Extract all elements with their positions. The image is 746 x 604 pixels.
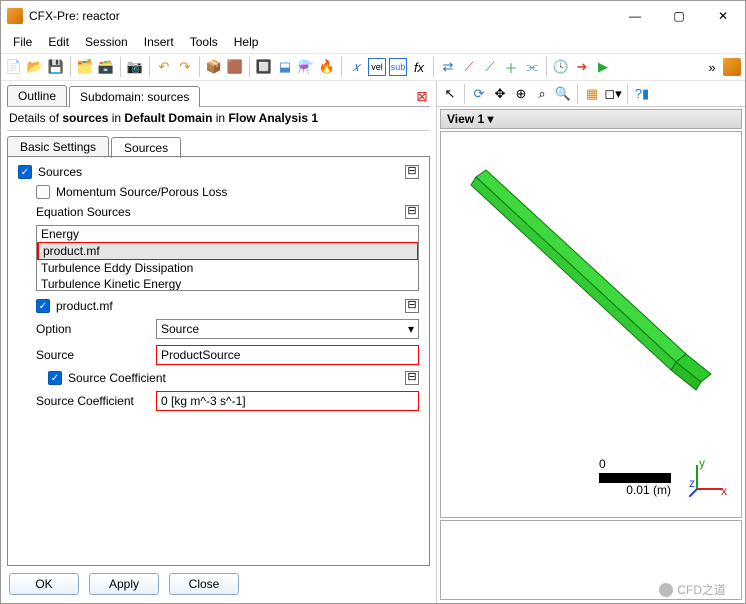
source-coefficient-input[interactable]: 0 [kg m^-3 s^-1] bbox=[156, 391, 419, 411]
source-coefficient-checkbox[interactable]: ✓ bbox=[48, 371, 62, 385]
product-mf-checkbox[interactable]: ✓ bbox=[36, 299, 50, 313]
menu-insert[interactable]: Insert bbox=[136, 33, 182, 51]
run-icon[interactable]: ▶ bbox=[594, 58, 612, 76]
close-button[interactable]: ✕ bbox=[701, 1, 745, 31]
svg-text:y: y bbox=[699, 457, 705, 470]
plus-icon[interactable]: ＋ bbox=[502, 58, 520, 76]
ok-button[interactable]: OK bbox=[9, 573, 79, 595]
equation-sources-label: Equation Sources bbox=[36, 205, 405, 219]
list-item[interactable]: Turbulence Eddy Dissipation bbox=[37, 260, 418, 276]
tab-sources[interactable]: Sources bbox=[111, 137, 181, 158]
product-mf-collapse-button[interactable]: ⊟ bbox=[405, 299, 419, 313]
flame-icon[interactable]: 🔥 bbox=[318, 58, 336, 76]
point1-icon[interactable]: ⟋ bbox=[460, 58, 478, 76]
save-icon[interactable]: 💾 bbox=[47, 58, 65, 76]
source-input[interactable]: ProductSource bbox=[156, 345, 419, 365]
product-mf-label: product.mf bbox=[56, 299, 405, 313]
menu-tools[interactable]: Tools bbox=[182, 33, 226, 51]
camera-icon[interactable]: 📷 bbox=[126, 58, 144, 76]
more-icon[interactable]: » bbox=[703, 58, 721, 76]
highlight-icon[interactable]: ▦ bbox=[583, 85, 601, 103]
app-icon bbox=[7, 8, 23, 24]
tab-subdomain-sources[interactable]: Subdomain: sources bbox=[69, 86, 200, 107]
pan-icon[interactable]: ✥ bbox=[491, 85, 509, 103]
equation-collapse-button[interactable]: ⊟ bbox=[405, 205, 419, 219]
close-panel-button[interactable]: Close bbox=[169, 573, 239, 595]
menu-edit[interactable]: Edit bbox=[40, 33, 77, 51]
source-coefficient-label: Source Coefficient bbox=[36, 394, 156, 408]
view-style-icon[interactable]: ◻▾ bbox=[604, 85, 622, 103]
svg-text:x: x bbox=[721, 484, 727, 497]
equation-sources-list[interactable]: Energy product.mf Turbulence Eddy Dissip… bbox=[36, 225, 419, 291]
watermark: CFD之道 bbox=[659, 581, 726, 598]
select-icon[interactable]: ↖ bbox=[441, 85, 459, 103]
point2-icon[interactable]: ⟋ bbox=[481, 58, 499, 76]
close-tab-icon[interactable]: ☒ bbox=[414, 90, 430, 106]
menu-file[interactable]: File bbox=[5, 33, 40, 51]
mesh-icon[interactable]: ⬓ bbox=[276, 58, 294, 76]
view-toolbar: ↖ ⟳ ✥ ⊕ ⌕ 🔍 ▦ ◻▾ ?▮ bbox=[437, 81, 745, 107]
clock-icon[interactable]: 🕓 bbox=[552, 58, 570, 76]
box-icon[interactable]: 📦 bbox=[205, 58, 223, 76]
list-item[interactable]: product.mf bbox=[37, 242, 418, 260]
axis-triad-icon: y x z bbox=[689, 457, 729, 497]
tree2-icon[interactable]: 🗃️ bbox=[97, 58, 115, 76]
3d-viewport[interactable]: 0 0.01 (m) y x z bbox=[440, 131, 742, 518]
box2-icon[interactable]: 🟫 bbox=[226, 58, 244, 76]
sources-checkbox[interactable]: ✓ bbox=[18, 165, 32, 179]
view-tab[interactable]: View 1 ▾ bbox=[440, 109, 742, 129]
momentum-checkbox[interactable] bbox=[36, 185, 50, 199]
tab-basic-settings[interactable]: Basic Settings bbox=[7, 136, 109, 157]
fit-icon[interactable]: 🔍 bbox=[554, 85, 572, 103]
menu-session[interactable]: Session bbox=[77, 33, 136, 51]
tab-outline[interactable]: Outline bbox=[7, 85, 67, 106]
option-label: Option bbox=[36, 322, 156, 336]
coeff-collapse-button[interactable]: ⊟ bbox=[405, 371, 419, 385]
sources-collapse-button[interactable]: ⊟ bbox=[405, 165, 419, 179]
main-toolbar: 📄 📂 💾 🗂️ 🗃️ 📷 ↶ ↷ 📦 🟫 🔲 ⬓ ⚗️ 🔥 𝑥 vel sub… bbox=[1, 53, 745, 81]
expr-icon[interactable]: 𝑥 bbox=[347, 58, 365, 76]
undo-icon[interactable]: ↶ bbox=[155, 58, 173, 76]
svg-text:z: z bbox=[689, 476, 695, 490]
option-combo[interactable]: Source▾ bbox=[156, 319, 419, 339]
open-icon[interactable]: 📂 bbox=[26, 58, 44, 76]
zoom-in-icon[interactable]: ⊕ bbox=[512, 85, 530, 103]
momentum-label: Momentum Source/Porous Loss bbox=[56, 185, 227, 199]
flask-icon[interactable]: ⚗️ bbox=[297, 58, 315, 76]
source-label: Source bbox=[36, 348, 156, 362]
overflow-icon[interactable] bbox=[723, 58, 741, 76]
chevron-down-icon: ▾ bbox=[408, 322, 414, 336]
help-icon[interactable]: ?▮ bbox=[633, 85, 651, 103]
scale-bar: 0 0.01 (m) bbox=[599, 457, 671, 497]
title: CFX-Pre: reactor bbox=[29, 9, 613, 23]
region-icon[interactable]: 🔲 bbox=[255, 58, 273, 76]
vel-icon[interactable]: vel bbox=[368, 58, 386, 76]
pair-icon[interactable]: ⫘ bbox=[523, 58, 541, 76]
connect-icon[interactable]: ⇄ bbox=[439, 58, 457, 76]
sources-label: Sources bbox=[38, 165, 405, 179]
sub-icon[interactable]: sub bbox=[389, 58, 407, 76]
minimize-button[interactable]: — bbox=[613, 1, 657, 31]
details-line: Details of sources in Default Domain in … bbox=[7, 107, 430, 131]
maximize-button[interactable]: ▢ bbox=[657, 1, 701, 31]
list-item[interactable]: Turbulence Kinetic Energy bbox=[37, 276, 418, 291]
apply-button[interactable]: Apply bbox=[89, 573, 159, 595]
new-icon[interactable]: 📄 bbox=[5, 58, 23, 76]
list-item[interactable]: Energy bbox=[37, 226, 418, 242]
rotate-icon[interactable]: ⟳ bbox=[470, 85, 488, 103]
redo-icon[interactable]: ↷ bbox=[176, 58, 194, 76]
tree-icon[interactable]: 🗂️ bbox=[76, 58, 94, 76]
source-coefficient-chk-label: Source Coefficient bbox=[68, 371, 405, 385]
arrow-icon[interactable]: ➜ bbox=[573, 58, 591, 76]
zoom-box-icon[interactable]: ⌕ bbox=[533, 85, 551, 103]
menu-help[interactable]: Help bbox=[226, 33, 267, 51]
fx-icon[interactable]: fx bbox=[410, 58, 428, 76]
